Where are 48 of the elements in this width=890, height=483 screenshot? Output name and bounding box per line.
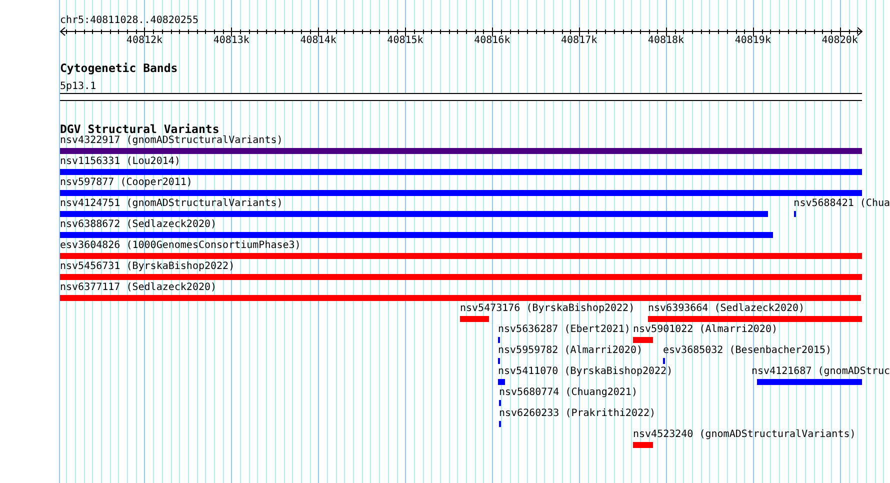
track-title: DGV Structural Variants [60,123,220,135]
feature-bar[interactable] [60,211,768,217]
feature-label: nsv597877 (Cooper2011) [60,177,192,189]
ruler-label: 40820k [822,35,858,47]
feature-label: nsv5959782 (Almarri2020) [498,345,642,357]
feature-label: esv3604826 (1000GenomesConsortiumPhase3) [60,240,301,252]
feature-bar[interactable] [60,232,773,238]
feature-label: nsv6393664 (Sedlazeck2020) [648,303,805,315]
feature-label: nsv6388672 (Sedlazeck2020) [60,219,217,231]
ruler-label: 40818k [648,35,684,47]
feature-label: nsv5473176 (ByrskaBishop2022) [460,303,635,315]
feature-label: nsv5636287 (Ebert2021) [498,324,630,336]
cytoband-bar[interactable] [60,93,862,101]
ruler-label: 40812k [126,35,163,47]
location-label: chr5:40811028..40820255 [60,15,198,27]
feature-label: nsv4523240 (gnomADStructuralVariants) [633,429,856,441]
ruler-label: 40817k [561,35,598,47]
feature-bar[interactable] [60,274,862,280]
feature-label: nsv5901022 (Almarri2020) [633,324,778,336]
feature-bar[interactable] [60,253,862,259]
feature-bar[interactable] [757,379,862,385]
feature-bar[interactable] [633,442,653,448]
ruler-label: 40814k [300,35,336,47]
ruler-label: 40813k [213,35,250,47]
feature-label: nsv1156331 (Lou2014) [60,156,180,168]
feature-bar[interactable] [60,148,862,154]
feature-label: nsv5680774 (Chuang2021) [499,387,638,399]
feature-label: nsv5456731 (ByrskaBishop2022) [60,261,235,273]
band-label: 5p13.1 [60,81,96,93]
feature-label: nsv4124751 (gnomADStructuralVariants) [60,198,283,210]
ruler-label: 40819k [734,35,771,47]
feature-bar[interactable] [498,379,505,385]
ruler-label: 40816k [474,35,510,47]
feature-bar[interactable] [633,337,653,343]
feature-bar[interactable] [460,316,489,322]
feature-bar[interactable] [60,190,862,196]
feature-bar[interactable] [60,169,862,175]
feature-bar[interactable] [648,316,862,322]
feature-label: nsv4322917 (gnomADStructuralVariants) [60,135,283,147]
feature-label: esv3685032 (Besenbacher2015) [663,345,832,357]
ruler-label: 40815k [387,35,424,47]
feature-label: nsv5411070 (ByrskaBishop2022) [498,366,673,378]
feature-label: nsv6377117 (Sedlazeck2020) [60,282,217,294]
track-title: Cytogenetic Bands [60,62,178,74]
feature-label: nsv6260233 (Prakrithi2022) [499,408,656,420]
feature-label: nsv4121687 (gnomADStruc [752,366,890,378]
feature-bar[interactable] [60,295,861,301]
feature-label: nsv5688421 (Chua [794,198,890,210]
